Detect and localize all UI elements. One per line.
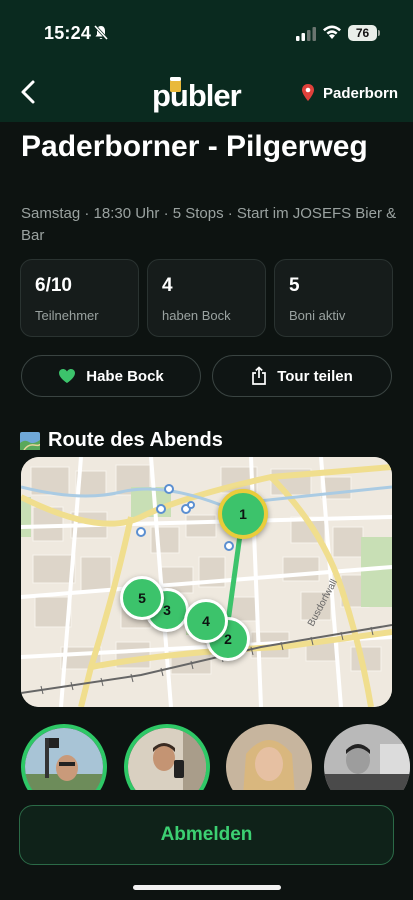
- tour-subtitle: Samstag · 18:30 Uhr · 5 Stops · Start im…: [21, 205, 397, 244]
- stop-number: 2: [224, 631, 232, 647]
- share-icon: [252, 366, 267, 385]
- beer-mug-icon: [170, 77, 181, 92]
- stop-number: 1: [239, 506, 247, 522]
- stat-label: haben Bock: [162, 308, 231, 323]
- share-tour-button[interactable]: Tour teilen: [212, 355, 392, 397]
- route-stop-marker[interactable]: 4: [184, 599, 228, 643]
- battery-tip: [378, 30, 380, 36]
- home-indicator: [133, 885, 281, 890]
- stop-number: 4: [202, 613, 210, 629]
- status-time: 15:24: [44, 23, 92, 43]
- stop-number: 3: [163, 602, 171, 618]
- location-label: Paderborn: [322, 84, 398, 102]
- route-stop-marker[interactable]: 5: [120, 576, 164, 620]
- stat-card-boni: 5 Boni aktiv: [274, 259, 393, 337]
- status-bar: 15:24 76: [0, 0, 413, 66]
- battery-indicator: 76: [348, 25, 377, 41]
- app-logo: publer: [152, 72, 264, 116]
- heart-icon: [59, 369, 76, 383]
- abmelden-label: Abmelden: [160, 824, 253, 845]
- location-selector[interactable]: Paderborn: [301, 84, 398, 102]
- route-start-marker[interactable]: 1: [218, 489, 268, 539]
- route-section-heading: Route des Abends: [20, 429, 223, 452]
- habe-bock-label: Habe Bock: [86, 367, 164, 385]
- stat-label: Teilnehmer: [35, 308, 99, 323]
- stat-value: 4: [162, 275, 173, 296]
- stat-label: Boni aktiv: [289, 308, 346, 323]
- tour-title: Paderborner - Pilgerweg: [21, 130, 368, 163]
- location-pin-icon: [301, 84, 314, 101]
- silent-bell-icon: [93, 24, 109, 41]
- back-chevron-icon[interactable]: [16, 78, 42, 106]
- stat-value: 6/10: [35, 275, 72, 296]
- stop-number: 5: [138, 590, 146, 606]
- stat-card-bock: 4 haben Bock: [147, 259, 266, 337]
- abmelden-button[interactable]: Abmelden: [19, 805, 394, 865]
- stat-card-participants: 6/10 Teilnehmer: [20, 259, 139, 337]
- share-tour-label: Tour teilen: [277, 367, 353, 385]
- map-emoji-icon: [20, 431, 40, 450]
- stat-value: 5: [289, 275, 300, 296]
- logo-wordmark: publer: [152, 78, 242, 113]
- route-map[interactable]: Busdorfwall 2 3 4 5 1: [21, 457, 392, 707]
- wifi-icon: [323, 25, 341, 39]
- map-tiles: Busdorfwall: [21, 457, 392, 707]
- cellular-signal-icon: [296, 27, 316, 41]
- route-section-title: Route des Abends: [48, 429, 223, 451]
- habe-bock-button[interactable]: Habe Bock: [21, 355, 201, 397]
- nav-bar: publer Paderborn: [0, 66, 413, 122]
